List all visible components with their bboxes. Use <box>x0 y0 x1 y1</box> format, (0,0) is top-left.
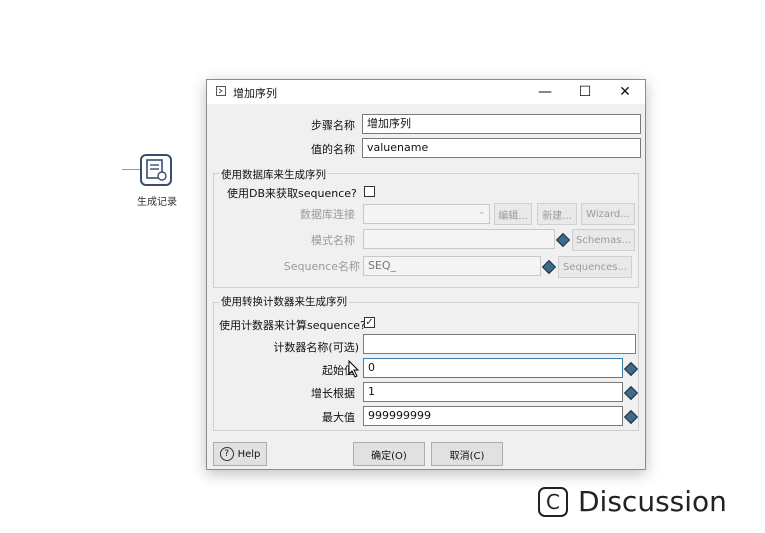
start-value-label: 起始值 <box>322 364 355 377</box>
cancel-button[interactable]: 取消(C) <box>431 442 503 466</box>
db-group-title: 使用数据库来生成序列 <box>219 167 328 182</box>
chevron-down-icon: ⌄ <box>478 207 486 217</box>
counter-name-input[interactable] <box>363 334 636 354</box>
schema-label: 模式名称 <box>311 234 355 247</box>
sequences-button[interactable]: Sequences... <box>558 256 632 278</box>
ok-button[interactable]: 确定(O) <box>353 442 425 466</box>
generate-rows-step-icon[interactable] <box>140 154 172 186</box>
schema-input[interactable] <box>363 229 555 249</box>
use-db-checkbox[interactable] <box>364 186 375 197</box>
help-label: Help <box>237 448 261 460</box>
help-icon: ? <box>219 447 234 461</box>
add-sequence-dialog: 增加序列 — ☐ ✕ 步骤名称 增加序列 值的名称 valuename 使用数据… <box>206 79 646 470</box>
use-counter-checkbox[interactable]: ✓ <box>364 317 375 328</box>
increment-input[interactable]: 1 <box>363 382 623 402</box>
sequence-name-input[interactable]: SEQ_ <box>363 256 541 276</box>
mouse-cursor-icon <box>348 360 360 378</box>
counter-group-title: 使用转换计数器来生成序列 <box>219 294 349 309</box>
sequence-name-label: Sequence名称 <box>283 260 360 273</box>
step-connector-line <box>122 169 140 170</box>
value-name-input[interactable]: valuename <box>362 138 641 158</box>
increment-label: 增长根据 <box>311 387 355 400</box>
start-value-input[interactable]: 0 <box>363 358 623 378</box>
step-app-icon <box>216 86 226 96</box>
connection-label: 数据库连接 <box>300 208 355 221</box>
connection-select[interactable] <box>363 204 490 224</box>
step-name-input[interactable]: 增加序列 <box>362 114 641 134</box>
minimize-button[interactable]: — <box>525 80 565 104</box>
title-bar: 增加序列 — ☐ ✕ <box>207 80 645 104</box>
discussion-logo-icon: C <box>538 486 568 517</box>
maximize-button[interactable]: ☐ <box>565 80 605 104</box>
dialog-title: 增加序列 <box>233 87 277 100</box>
step-label: 生成记录 <box>137 197 177 208</box>
use-counter-label: 使用计数器来计算sequence? <box>219 319 366 332</box>
schemas-button[interactable]: Schemas... <box>572 229 635 251</box>
max-value-label: 最大值 <box>322 411 355 424</box>
max-value-input[interactable]: 999999999 <box>363 406 623 426</box>
wizard-button[interactable]: Wizard... <box>581 203 635 225</box>
help-button[interactable]: ? Help <box>213 442 267 466</box>
discussion-watermark: C Discussion <box>538 485 727 518</box>
edit-connection-button[interactable]: 编辑... <box>494 203 532 225</box>
use-db-label: 使用DB来获取sequence? <box>227 187 357 200</box>
discussion-text: Discussion <box>578 485 727 518</box>
value-name-label: 值的名称 <box>311 143 355 156</box>
document-icon <box>146 159 167 181</box>
counter-name-label: 计数器名称(可选) <box>273 341 359 354</box>
new-connection-button[interactable]: 新建... <box>537 203 577 225</box>
close-button[interactable]: ✕ <box>605 80 645 104</box>
step-name-label: 步骤名称 <box>311 119 355 132</box>
